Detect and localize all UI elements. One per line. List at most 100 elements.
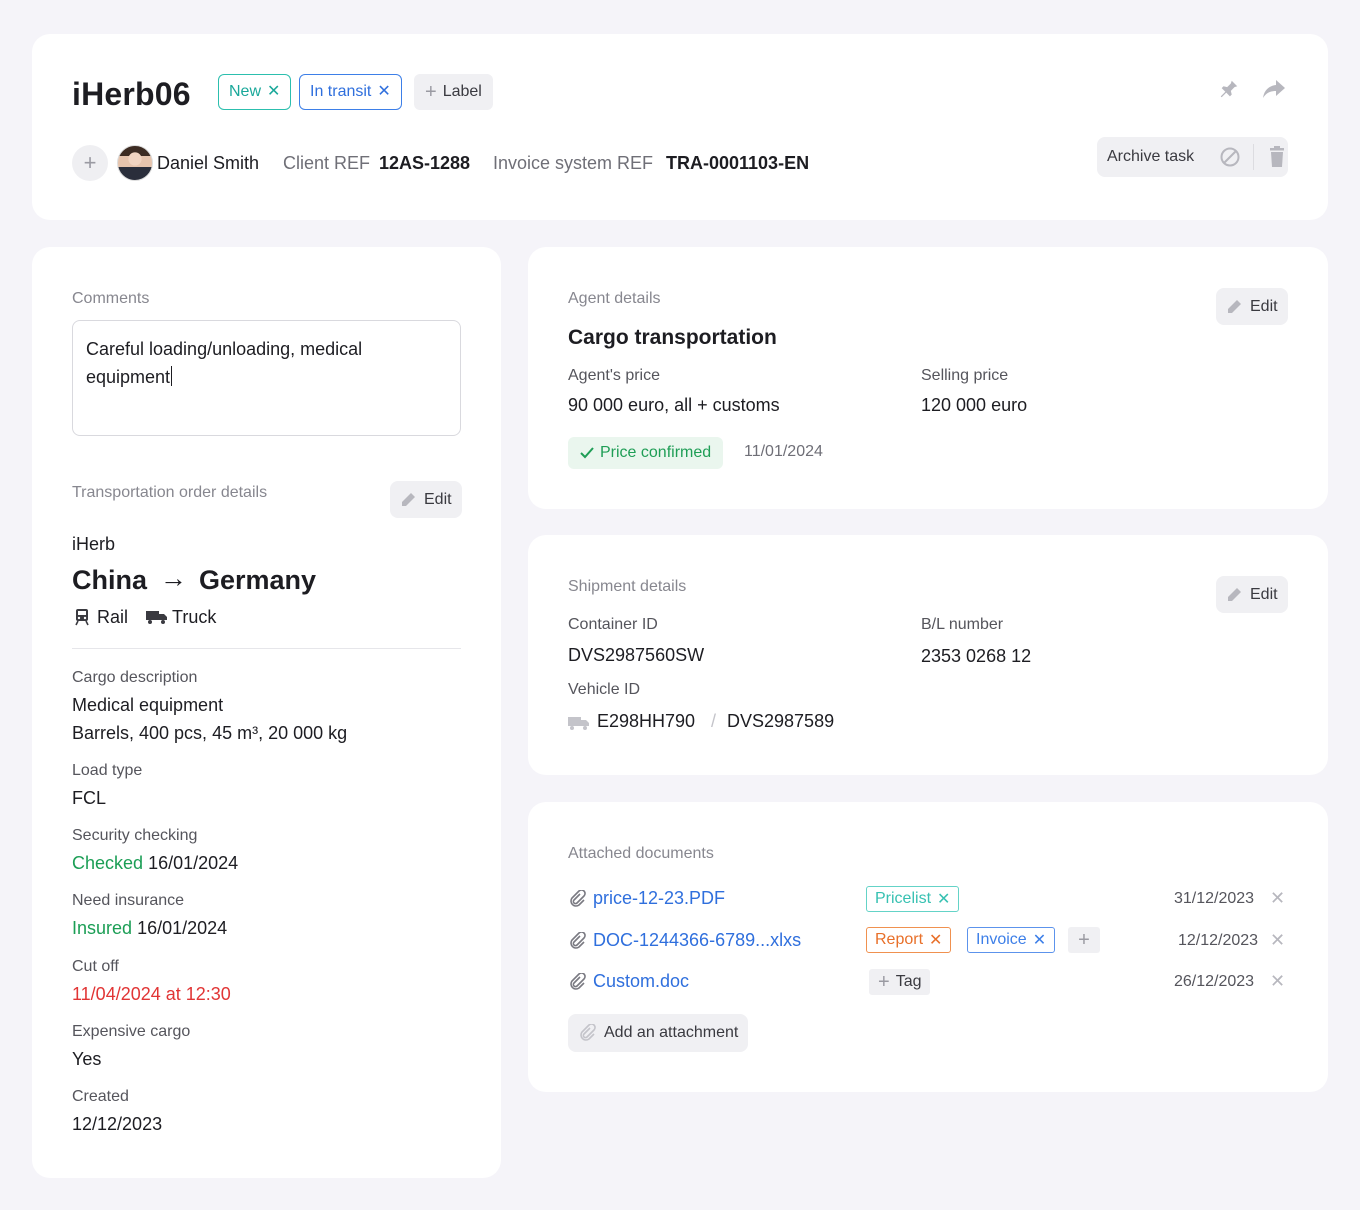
security-label: Security checking (72, 827, 198, 844)
agent-price-label: Agent's price (568, 367, 660, 384)
train-icon (74, 608, 90, 626)
client-ref-value: 12AS-1288 (379, 153, 471, 173)
trash-icon[interactable] (1262, 146, 1286, 168)
remove-document-icon[interactable]: ✕ (1270, 930, 1285, 951)
shipment-edit-label: Edit (1250, 585, 1278, 603)
plus-icon: + (878, 970, 890, 993)
block-icon[interactable] (1215, 146, 1241, 168)
document-date: 12/12/2023 (1178, 932, 1259, 949)
avatar (117, 145, 153, 181)
divider (1253, 144, 1254, 170)
invoice-ref-label: Invoice system REF (493, 153, 654, 173)
agent-details-label: Agent details (568, 290, 661, 307)
route-from: China (72, 565, 148, 595)
tag-report-label: Report (875, 931, 924, 948)
tag-in-transit-remove-icon[interactable]: ✕ (377, 84, 390, 100)
vehicle-id-label: Vehicle ID (568, 681, 641, 698)
add-tag-button[interactable]: + Tag (869, 969, 931, 995)
tag-pricelist-label: Pricelist (875, 890, 932, 907)
tag-remove-icon[interactable]: ✕ (929, 930, 942, 950)
client-ref-label: Client REF (283, 153, 371, 173)
paperclip-icon (568, 932, 586, 950)
remove-document-icon[interactable]: ✕ (1270, 888, 1285, 909)
selling-price-value: 120 000 euro (921, 395, 1028, 415)
insurance-value: Insured 16/01/2024 (72, 918, 227, 939)
document-link[interactable]: price-12-23.PDF (593, 888, 725, 909)
tag-invoice-label: Invoice (976, 931, 1027, 948)
vehicle-separator: / (711, 711, 717, 731)
add-attachment-label: Add an attachment (604, 1024, 739, 1041)
price-confirmed-label: Price confirmed (600, 444, 712, 461)
text-caret (171, 366, 173, 386)
tag-remove-icon[interactable]: ✕ (937, 889, 950, 909)
tag-in-transit[interactable]: In transit ✕ (299, 74, 402, 110)
tag-new-remove-icon[interactable]: ✕ (267, 84, 280, 100)
agent-price-value: 90 000 euro, all + customs (568, 395, 780, 415)
truck-icon (568, 715, 590, 731)
invoice-ref-value: TRA-0001103-EN (666, 153, 810, 173)
tag-new-label: New (229, 83, 262, 100)
tag-report[interactable]: Report ✕ (866, 927, 952, 953)
tag-new[interactable]: New ✕ (218, 74, 292, 110)
agent-edit-button[interactable]: Edit (1216, 288, 1288, 325)
pin-icon[interactable] (1218, 78, 1240, 100)
pencil-icon (1226, 299, 1242, 315)
archive-task-button[interactable]: Archive task (1107, 148, 1207, 166)
document-link[interactable]: DOC-1244366-6789...xlxs (593, 930, 801, 951)
shipment-edit-button[interactable]: Edit (1216, 576, 1288, 613)
remove-document-icon[interactable]: ✕ (1270, 971, 1285, 992)
container-id-label: Container ID (568, 616, 658, 633)
add-label-button[interactable]: + Label (414, 74, 493, 110)
comment-line-1: Careful loading/unloading, medical (86, 339, 363, 359)
add-tag-label: Tag (895, 973, 922, 990)
task-title: iHerb06 (72, 76, 191, 112)
price-confirmed-badge: Price confirmed (568, 437, 724, 469)
comments-textarea[interactable]: Careful loading/unloading, medical equip… (72, 320, 461, 436)
mode-rail: Rail (97, 607, 129, 627)
truck-icon (146, 609, 168, 625)
paperclip-icon (578, 1024, 596, 1042)
paperclip-icon (568, 890, 586, 908)
agent-title: Cargo transportation (568, 326, 777, 349)
created-value: 12/12/2023 (72, 1114, 163, 1134)
price-confirmed-date: 11/01/2024 (744, 443, 823, 460)
assignee-name: Daniel Smith (157, 153, 260, 173)
security-date: 16/01/2024 (148, 853, 239, 873)
order-edit-button[interactable]: Edit (390, 481, 462, 518)
document-date: 26/12/2023 (1174, 973, 1255, 990)
add-label-text: Label (442, 83, 482, 100)
expensive-value: Yes (72, 1049, 102, 1069)
cargo-line-2: Barrels, 400 pcs, 45 m³, 20 000 kg (72, 723, 348, 743)
share-icon[interactable] (1262, 78, 1286, 100)
selling-price-label: Selling price (921, 367, 1009, 384)
tag-in-transit-label: In transit (310, 83, 372, 100)
order-details-label: Transportation order details (72, 484, 268, 501)
plus-icon: + (425, 80, 437, 103)
order-card: Comments Careful loading/unloading, medi… (32, 247, 501, 1178)
order-edit-label: Edit (424, 490, 452, 508)
add-tag-button[interactable]: + (1068, 927, 1100, 953)
insurance-date: 16/01/2024 (137, 918, 228, 938)
document-link[interactable]: Custom.doc (593, 971, 689, 992)
load-type-value: FCL (72, 788, 107, 808)
security-status: Checked (72, 853, 144, 873)
expensive-label: Expensive cargo (72, 1023, 191, 1040)
bl-number-value: 2353 0268 12 (921, 646, 1032, 666)
add-attachment-button[interactable]: Add an attachment (568, 1014, 749, 1052)
cutoff-value: 11/04/2024 at 12:30 (72, 984, 231, 1004)
tag-pricelist[interactable]: Pricelist ✕ (866, 886, 960, 912)
shipment-card: Shipment details Edit Container ID DVS29… (528, 535, 1328, 775)
security-value: Checked 16/01/2024 (72, 853, 238, 874)
add-assignee-button[interactable]: + (72, 145, 108, 181)
agent-edit-label: Edit (1250, 297, 1278, 315)
agent-card: Agent details Edit Cargo transportation … (528, 247, 1328, 509)
container-id-value: DVS2987560SW (568, 645, 705, 665)
comments-label: Comments (72, 290, 150, 307)
shipment-details-label: Shipment details (568, 578, 687, 595)
documents-card: Attached documents price-12-23.PDF Price… (528, 802, 1328, 1092)
tag-remove-icon[interactable]: ✕ (1033, 930, 1046, 950)
created-label: Created (72, 1088, 129, 1105)
tag-invoice[interactable]: Invoice ✕ (967, 927, 1056, 953)
pencil-icon (400, 492, 416, 508)
vehicle-id-value-1: E298HH790 (597, 711, 696, 731)
